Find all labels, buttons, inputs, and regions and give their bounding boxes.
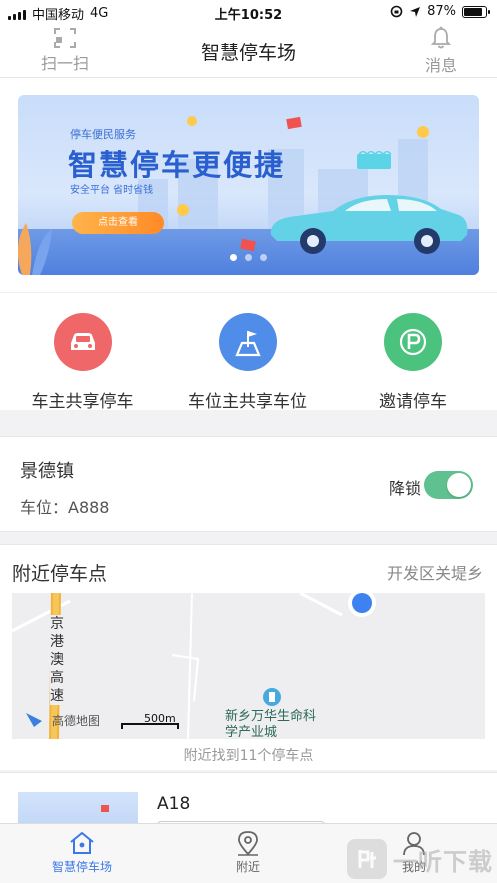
plant-decoration [18, 223, 52, 275]
tab-label: 智慧停车场 [51, 860, 112, 874]
gift-decoration [240, 239, 256, 251]
spot-code: 车位：A888 [20, 498, 110, 517]
banner-pagination [18, 254, 479, 261]
service-icon-circle [218, 313, 277, 371]
bell-icon [430, 26, 452, 49]
tab-home[interactable]: 智慧停车场 [32, 830, 132, 875]
coin-decoration [177, 204, 189, 216]
watermark: 一听下载 [347, 839, 493, 879]
car-icon [70, 333, 95, 350]
pagination-dot[interactable] [230, 254, 237, 261]
coin-decoration [187, 116, 197, 126]
banner-headline: 智慧停车更便捷 [68, 148, 286, 182]
map-poi-label: 新乡万华生命科学产业城 [225, 709, 317, 739]
rotation-lock-icon [390, 5, 403, 18]
lock-label: 降锁 [388, 479, 421, 498]
location-arrow-icon [410, 6, 421, 17]
parking-flag-icon [234, 331, 261, 357]
lock-toggle[interactable] [424, 471, 473, 499]
banner-kicker: 停车便民服务 [70, 128, 136, 141]
banner-subtitle: 安全平台 省时省钱 [70, 185, 154, 196]
service-share-parking[interactable]: 车主共享停车 [20, 313, 145, 412]
bottom-tab-bar: 智慧停车场 附近 我的 一听下载 [0, 823, 497, 883]
gift-decoration [101, 805, 109, 812]
banner-section: 停车便民服务 智慧停车更便捷 安全平台 省时省钱 点击查看 [0, 78, 497, 292]
location-pin-icon [238, 831, 258, 856]
car-illustration [270, 195, 468, 254]
tab-nearby[interactable]: 附近 [198, 830, 298, 875]
spot-location: 景德镇 [20, 461, 74, 482]
home-icon [70, 831, 94, 854]
service-icon-circle [53, 313, 112, 371]
service-invite-parking[interactable]: 邀请停车 [355, 313, 471, 412]
service-share-space[interactable]: 车位主共享车位 [180, 313, 315, 412]
watermark-logo-icon [347, 839, 387, 879]
pagination-dot[interactable] [245, 254, 252, 261]
service-icon-circle [384, 313, 442, 371]
nearby-map[interactable]: 京港澳高速 新乡万华生命科学产业城 高德地图 500m [12, 593, 485, 739]
parking-p-icon [399, 328, 427, 356]
pagination-dot[interactable] [260, 254, 267, 261]
battery-percent: 87% [427, 4, 456, 19]
service-label: 车主共享停车 [31, 392, 134, 412]
map-road-label: 京港澳高速 [50, 615, 68, 705]
tab-label: 附近 [235, 860, 260, 874]
promo-banner[interactable]: 停车便民服务 智慧停车更便捷 安全平台 省时省钱 点击查看 [18, 95, 479, 275]
watermark-text: 一听下载 [393, 847, 493, 876]
item-name: A18 [157, 794, 191, 814]
messages-button[interactable]: 消息 [419, 26, 463, 76]
service-label: 车位主共享车位 [188, 392, 307, 412]
toggle-knob [447, 473, 471, 497]
ticket-decoration [357, 151, 392, 169]
nearby-area[interactable]: 开发区关堤乡 [387, 560, 483, 584]
nearby-count: 附近找到11个停车点 [183, 748, 314, 764]
map-scale: 500m [144, 712, 176, 725]
my-parking-spot-card[interactable]: 景德镇 车位：A888 降锁 [0, 436, 497, 532]
service-label: 邀请停车 [379, 392, 447, 412]
coin-decoration [417, 126, 429, 138]
nearby-section: 附近停车点 开发区关堤乡 京港澳高速 新乡万华生命科学产业城 高德地图 500m… [0, 544, 497, 770]
battery-icon [462, 5, 490, 18]
battery-fill [464, 7, 483, 16]
status-bar: 中国移动 4G 上午10:52 87% [0, 0, 497, 24]
top-nav: 扫一扫 智慧停车场 消息 [0, 24, 497, 78]
gift-decoration [286, 117, 302, 129]
map-provider-logo: 高德地图 [52, 714, 101, 728]
services-grid: 车主共享停车 车位主共享车位 邀请停车 [0, 292, 497, 412]
banner-cta-button[interactable]: 点击查看 [72, 212, 164, 234]
messages-label: 消息 [424, 56, 457, 75]
nearby-title: 附近停车点 [12, 563, 108, 585]
